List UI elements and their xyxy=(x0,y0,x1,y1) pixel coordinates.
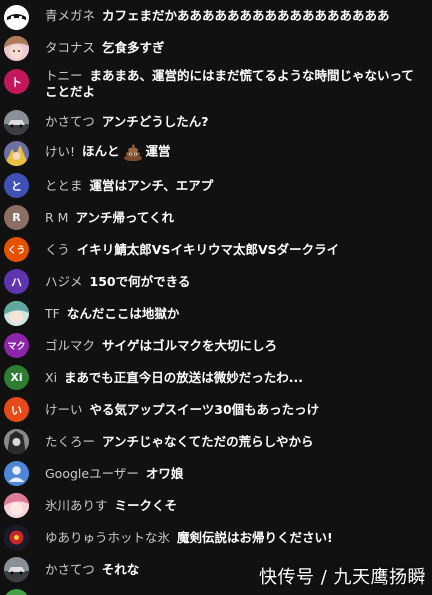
message-text: カフェまだかあああああああああああああああああ xyxy=(102,8,390,23)
message-content: ゆありゅうホットな氷 魔剣伝説はお帰りください! xyxy=(45,530,424,546)
message-content: R M アンチ帰ってくれ xyxy=(45,210,424,226)
avatar[interactable]: くう xyxy=(4,237,29,262)
avatar-initial: と xyxy=(11,179,22,193)
message-text: サイゲはゴルマクを大切にしろ xyxy=(102,338,278,353)
poop-emoji-icon xyxy=(123,143,143,162)
default-user-icon[interactable] xyxy=(4,461,29,486)
message-content: たくろー アンチじゃなくてただの荒らしやから xyxy=(45,434,424,450)
message-text: アンチじゃなくてただの荒らしやから xyxy=(102,434,314,449)
message-content: ハジメ 150で何ができる xyxy=(45,274,424,290)
author-name[interactable]: 青メガネ xyxy=(45,8,95,23)
author-name[interactable]: たくろー xyxy=(45,434,95,449)
avatar[interactable]: マク xyxy=(4,333,29,358)
avatar-initial: ト xyxy=(11,75,22,89)
message-text: 乞食多すぎ xyxy=(102,40,165,55)
message-text: やる気アップスイーツ30個もあったっけ xyxy=(89,402,320,417)
avatar[interactable]: と xyxy=(4,173,29,198)
avatar-initial: ハ xyxy=(11,275,22,289)
author-name[interactable]: ゴルマク xyxy=(45,338,95,353)
message-content: Xi まあでも正直今日の放送は微妙だったわ... xyxy=(45,370,424,386)
message-text: アンチどうしたん? xyxy=(101,114,209,129)
message-text: オワ娘 xyxy=(145,466,184,481)
message-content: ととま 運営はアンチ、エアプ xyxy=(45,178,424,194)
message-text: イキリ鯖太郎VSイキリウマ太郎VSダークライ xyxy=(76,242,340,257)
message-text: それな xyxy=(101,562,140,577)
pink-anime-icon[interactable] xyxy=(4,493,29,518)
message-content: Googleユーザー オワ娘 xyxy=(45,466,424,482)
anime-character-icon[interactable] xyxy=(4,141,29,166)
anime-girl-icon[interactable] xyxy=(4,36,29,61)
author-name[interactable]: 氷川ありす xyxy=(45,498,108,513)
message-text-before: ほんと xyxy=(82,143,120,159)
dark-character-icon[interactable] xyxy=(4,429,29,454)
message-text: 魔剣伝説はお帰りください! xyxy=(177,530,333,545)
author-name[interactable]: ゆありゅうホットな氷 xyxy=(45,530,170,545)
car-photo-icon[interactable] xyxy=(4,110,29,135)
avatar-initial: R xyxy=(12,211,21,224)
author-name[interactable]: ととま xyxy=(45,178,83,193)
message-content: 氷川ありす ミークくそ xyxy=(45,498,424,514)
anime-girl-teal-icon[interactable] xyxy=(4,301,29,326)
author-name[interactable]: TF xyxy=(45,306,60,321)
author-name[interactable]: トニー xyxy=(45,68,83,83)
avatar-initial: い xyxy=(11,403,22,417)
message-text: まあまあ、運営的にはまだ慌てるような時間じゃないってことだよ xyxy=(45,68,414,99)
avatar[interactable] xyxy=(4,589,29,595)
message-content: けーい やる気アップスイーツ30個もあったっけ xyxy=(45,402,424,418)
avatar-initial: マク xyxy=(7,342,26,352)
author-name[interactable]: くう xyxy=(45,242,70,257)
message-content: けい! ほんと 運営 xyxy=(45,143,424,162)
message-text: まあでも正直今日の放送は微妙だったわ... xyxy=(64,370,304,385)
message-content: 青メガネ カフェまだかあああああああああああああああああ xyxy=(45,8,424,24)
avatar-initial: Xi xyxy=(10,371,23,384)
eye-mask-icon[interactable] xyxy=(4,5,29,30)
message-text: 運営はアンチ、エアプ xyxy=(89,178,214,193)
message-text: アンチ帰ってくれ xyxy=(75,210,174,225)
avatar[interactable]: ハ xyxy=(4,269,29,294)
avatar[interactable]: R xyxy=(4,205,29,230)
avatar[interactable]: い xyxy=(4,397,29,422)
avatar[interactable]: Xi xyxy=(4,365,29,390)
avatar-initial: くう xyxy=(7,246,26,256)
author-name[interactable]: タコナス xyxy=(45,40,95,55)
message-text: 150で何ができる xyxy=(89,274,191,289)
message-text: ミークくそ xyxy=(114,498,178,513)
car-photo-icon[interactable] xyxy=(4,557,29,582)
author-name[interactable]: けい! xyxy=(45,144,75,159)
watermark: 快传号 / 九天鹰扬瞬 xyxy=(258,567,426,588)
author-name[interactable]: かさてつ xyxy=(45,562,95,577)
message-content: くう イキリ鯖太郎VSイキリウマ太郎VSダークライ xyxy=(45,242,424,258)
message-content: トニー まあまあ、運営的にはまだ慌てるような時間じゃないってことだよ xyxy=(45,68,424,100)
message-text-after: 運営 xyxy=(145,143,171,159)
author-name[interactable]: ハジメ xyxy=(45,274,83,289)
author-name[interactable]: かさてつ xyxy=(45,114,95,129)
author-name[interactable]: けーい xyxy=(45,402,83,417)
avatar[interactable]: ト xyxy=(4,69,29,94)
message-content: タコナス 乞食多すぎ xyxy=(45,40,424,56)
message-content: かさてつ アンチどうしたん? xyxy=(45,114,424,130)
author-name[interactable]: Xi xyxy=(45,370,57,385)
message-content: TF なんだここは地獄か xyxy=(45,306,424,322)
red-flower-icon[interactable] xyxy=(4,525,29,550)
author-name[interactable]: Googleユーザー xyxy=(45,466,139,481)
message-content: ゴルマク サイゲはゴルマクを大切にしろ xyxy=(45,338,424,354)
author-name[interactable]: R M xyxy=(45,210,68,225)
chat-message-list: 青メガネ カフェまだかあああああああああああああああああ タコナス 乞食多すぎ ト … xyxy=(0,0,432,595)
message-text: なんだここは地獄か xyxy=(66,306,180,321)
